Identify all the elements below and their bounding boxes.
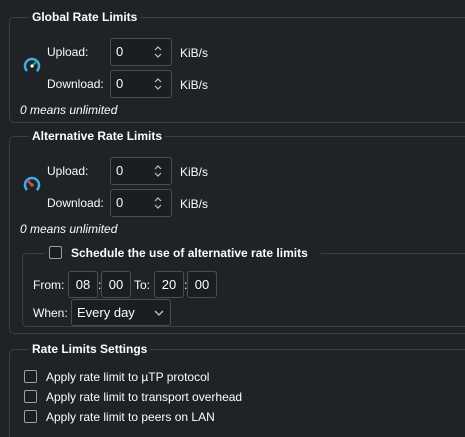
rate-limits-settings-title: Rate Limits Settings [29, 342, 151, 356]
alternative-download-unit: KiB/s [180, 197, 209, 211]
schedule-checkbox-label: Schedule the use of alternative rate lim… [71, 246, 308, 260]
spin-arrows-icon[interactable] [153, 76, 163, 92]
alternative-download-label: Download: [47, 196, 104, 210]
option-utp-row[interactable]: Apply rate limit to µTP protocol [24, 369, 284, 385]
spin-arrows-icon[interactable] [153, 163, 163, 179]
option-utp-checkbox[interactable] [24, 370, 37, 383]
to-minute-value: 00 [194, 277, 210, 292]
schedule-checkbox-row[interactable]: Schedule the use of alternative rate lim… [45, 245, 321, 261]
option-overhead-label: Apply rate limit to transport overhead [46, 390, 243, 404]
alternative-upload-label: Upload: [47, 164, 89, 178]
from-label: From: [33, 278, 65, 292]
from-hour-field[interactable]: 08 [68, 271, 98, 298]
global-download-value: 0 [116, 76, 124, 91]
alternative-upload-spinbox[interactable]: 0 [110, 157, 172, 185]
alternative-download-value: 0 [116, 195, 124, 210]
spin-arrows-icon[interactable] [153, 44, 163, 60]
from-minute-field[interactable]: 00 [101, 271, 131, 298]
speedometer-icon [23, 57, 41, 75]
schedule-checkbox[interactable] [49, 246, 62, 259]
from-hour-value: 08 [75, 277, 91, 292]
global-upload-unit: KiB/s [180, 46, 209, 60]
when-label: When: [33, 306, 68, 320]
option-lan-row[interactable]: Apply rate limit to peers on LAN [24, 409, 284, 425]
global-download-unit: KiB/s [180, 78, 209, 92]
from-minute-value: 00 [108, 277, 124, 292]
alternative-rate-limits-title: Alternative Rate Limits [29, 129, 166, 143]
alternative-upload-value: 0 [116, 163, 124, 178]
alternative-hint: 0 means unlimited [20, 222, 118, 236]
option-utp-label: Apply rate limit to µTP protocol [46, 370, 210, 384]
global-upload-label: Upload: [47, 45, 89, 59]
option-lan-checkbox[interactable] [24, 410, 37, 423]
global-rate-limits-title: Global Rate Limits [29, 10, 141, 24]
when-value: Every day [77, 305, 135, 320]
global-download-label: Download: [47, 77, 104, 91]
chevron-down-icon [154, 310, 164, 316]
alternative-download-spinbox[interactable]: 0 [110, 189, 172, 217]
global-upload-value: 0 [116, 44, 124, 59]
when-combobox[interactable]: Every day [71, 299, 171, 326]
spin-arrows-icon[interactable] [153, 195, 163, 211]
global-upload-spinbox[interactable]: 0 [110, 38, 172, 66]
rate-limits-page: Global Rate Limits Upload: 0 KiB/s Downl… [0, 0, 465, 437]
speedometer-alt-icon [23, 176, 41, 194]
option-overhead-checkbox[interactable] [24, 390, 37, 403]
global-hint: 0 means unlimited [20, 103, 118, 117]
global-download-spinbox[interactable]: 0 [110, 70, 172, 98]
to-label: To: [134, 278, 151, 292]
to-hour-field[interactable]: 20 [154, 271, 184, 298]
to-minute-field[interactable]: 00 [187, 271, 217, 298]
alternative-upload-unit: KiB/s [180, 165, 209, 179]
option-lan-label: Apply rate limit to peers on LAN [46, 410, 215, 424]
to-hour-value: 20 [161, 277, 177, 292]
option-overhead-row[interactable]: Apply rate limit to transport overhead [24, 389, 284, 405]
